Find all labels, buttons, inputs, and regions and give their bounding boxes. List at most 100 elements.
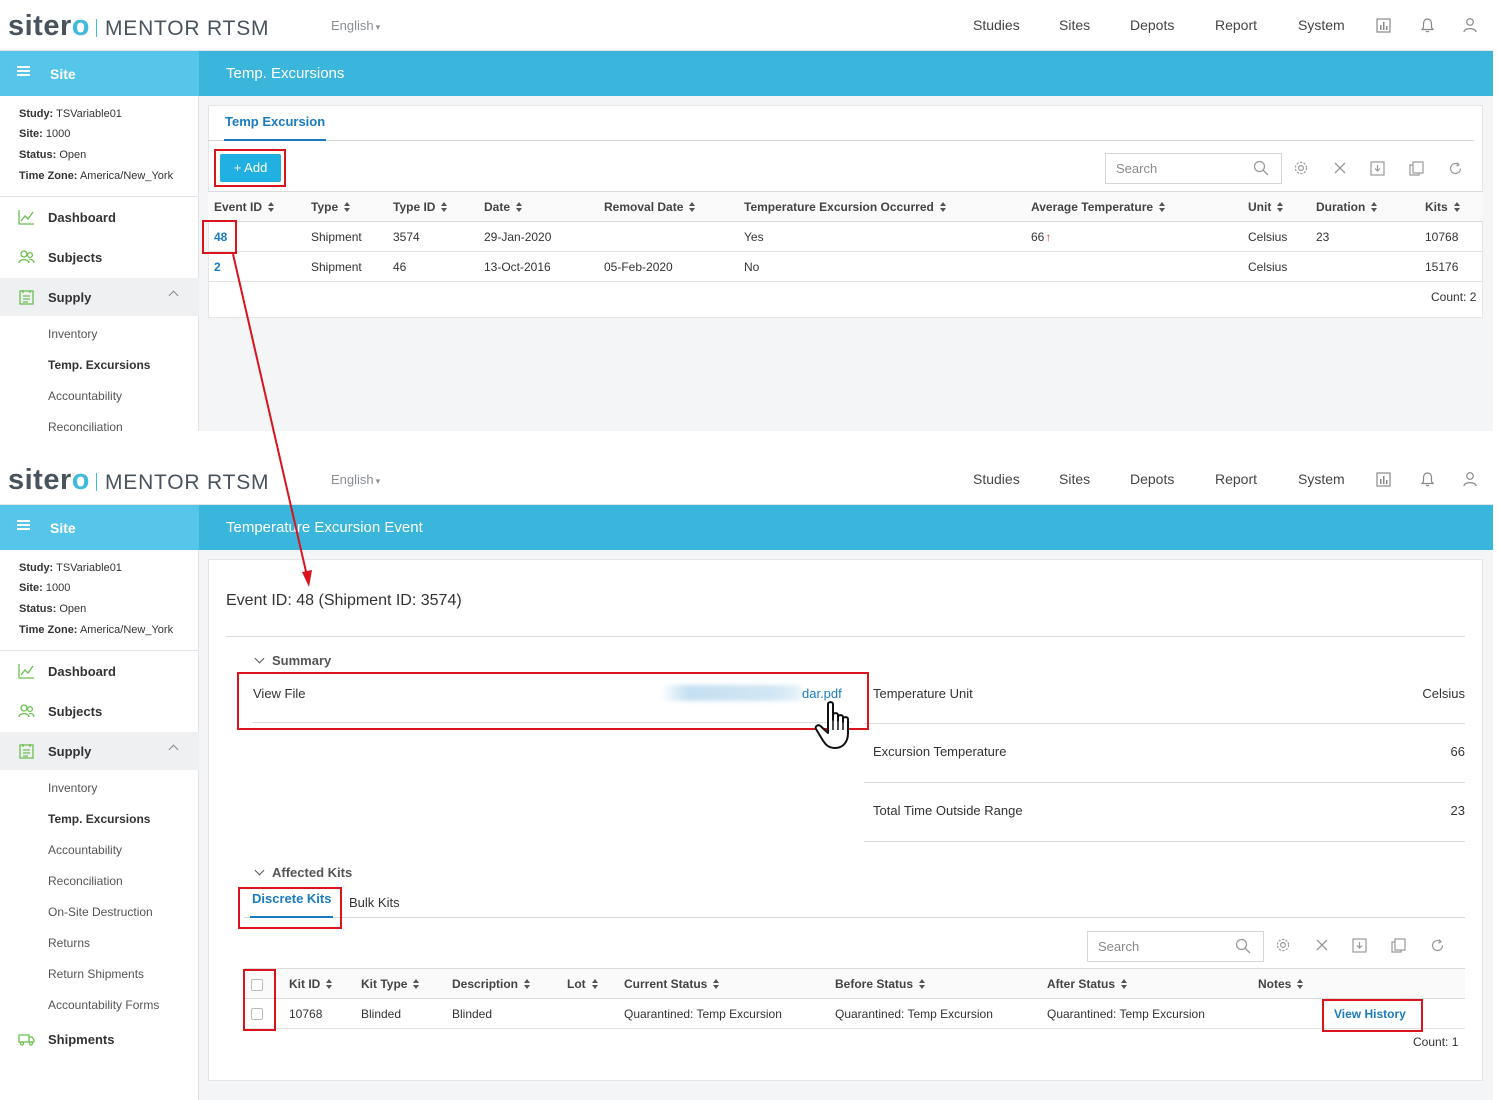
study-info: Study: TSVariable01 (19, 562, 122, 574)
sidebar-item-inventory[interactable]: Inventory (48, 327, 97, 341)
nav-studies[interactable]: Studies (973, 17, 1020, 33)
chevron-up-icon[interactable] (168, 744, 179, 755)
sitero-logo[interactable]: sitero MENTOR RTSM (8, 464, 269, 497)
sort-icon (939, 202, 947, 212)
nav-system[interactable]: System (1298, 17, 1345, 33)
nav-depots[interactable]: Depots (1130, 471, 1174, 487)
col-average-temperature[interactable]: Average Temperature (1031, 200, 1166, 214)
bell-icon[interactable] (1418, 470, 1436, 488)
user-icon[interactable] (1461, 16, 1479, 34)
col-unit[interactable]: Unit (1248, 200, 1284, 214)
col-type-id[interactable]: Type ID (393, 200, 448, 214)
close-icon[interactable] (1331, 159, 1349, 177)
sitero-logo[interactable]: sitero MENTOR RTSM (8, 10, 269, 43)
sort-icon (713, 979, 720, 989)
col-current-status[interactable]: Current Status (624, 977, 720, 991)
language-selector[interactable]: English (331, 18, 380, 33)
event-id-link[interactable]: 48 (214, 230, 227, 244)
refresh-icon[interactable] (1428, 936, 1446, 954)
sidebar-item-subjects[interactable]: Subjects (0, 238, 199, 276)
event-id-link[interactable]: 2 (214, 260, 221, 274)
col-notes[interactable]: Notes (1258, 977, 1304, 991)
search-box[interactable] (1105, 153, 1282, 184)
copy-icon[interactable] (1389, 936, 1407, 954)
col-temp-excursion-occurred[interactable]: Temperature Excursion Occurred (744, 200, 947, 214)
bell-icon[interactable] (1418, 16, 1436, 34)
table-row[interactable]: 10768 Blinded Blinded Quarantined: Temp … (244, 999, 1465, 1029)
nav-depots[interactable]: Depots (1130, 17, 1174, 33)
sidebar-header[interactable]: Site (0, 51, 199, 96)
view-history-link[interactable]: View History (1334, 1007, 1406, 1021)
sidebar-item-returns[interactable]: Returns (48, 936, 90, 950)
language-selector[interactable]: English (331, 472, 380, 487)
nav-system[interactable]: System (1298, 471, 1345, 487)
nav-studies[interactable]: Studies (973, 471, 1020, 487)
sidebar-header[interactable]: Site (0, 505, 199, 550)
sidebar-item-reconciliation[interactable]: Reconciliation (48, 874, 123, 888)
sidebar-item-temp-excursions[interactable]: Temp. Excursions (48, 358, 150, 372)
table-row[interactable]: 48 Shipment 3574 29-Jan-2020 Yes 66↑ Cel… (208, 222, 1483, 252)
col-type[interactable]: Type (311, 200, 351, 214)
gear-icon[interactable] (1274, 936, 1292, 954)
gear-icon[interactable] (1292, 159, 1310, 177)
truck-icon (18, 1034, 35, 1046)
sidebar-item-on-site-destruction[interactable]: On-Site Destruction (48, 905, 153, 919)
kits-row-count: Count: 1 (1413, 1035, 1459, 1049)
nav-sites[interactable]: Sites (1059, 471, 1090, 487)
sidebar-item-shipments[interactable]: Shipments (0, 1020, 199, 1058)
add-button[interactable]: + Add (220, 154, 281, 182)
col-removal-date[interactable]: Removal Date (604, 200, 696, 214)
col-kit-type[interactable]: Kit Type (361, 977, 420, 991)
chevron-up-icon[interactable] (168, 290, 179, 301)
sidebar-item-accountability[interactable]: Accountability (48, 389, 122, 403)
sidebar-item-temp-excursions[interactable]: Temp. Excursions (48, 812, 150, 826)
sort-icon (919, 979, 926, 989)
hamburger-menu-icon[interactable] (17, 520, 30, 530)
col-event-id[interactable]: Event ID (214, 200, 275, 214)
close-icon[interactable] (1313, 936, 1331, 954)
nav-report[interactable]: Report (1215, 471, 1257, 487)
row-checkbox[interactable] (251, 1008, 263, 1020)
col-date[interactable]: Date (484, 200, 523, 214)
download-icon[interactable] (1350, 936, 1368, 954)
sidebar-item-dashboard[interactable]: Dashboard (0, 198, 199, 236)
table-row[interactable]: 2 Shipment 46 13-Oct-2016 05-Feb-2020 No… (208, 252, 1483, 282)
search-icon[interactable] (1253, 160, 1269, 176)
kits-search-box[interactable] (1087, 931, 1264, 962)
report-chart-icon[interactable] (1374, 470, 1392, 488)
col-lot[interactable]: Lot (567, 977, 599, 991)
user-icon[interactable] (1461, 470, 1479, 488)
tab-bulk-kits[interactable]: Bulk Kits (349, 892, 400, 922)
affected-kits-section-toggle[interactable]: Affected Kits (254, 865, 352, 880)
sidebar-item-subjects[interactable]: Subjects (0, 692, 199, 730)
sidebar-item-accountability-forms[interactable]: Accountability Forms (48, 998, 159, 1012)
download-icon[interactable] (1368, 159, 1386, 177)
arrow-up-icon: ↑ (1045, 230, 1052, 244)
sidebar-item-return-shipments[interactable]: Return Shipments (48, 967, 144, 981)
nav-sites[interactable]: Sites (1059, 17, 1090, 33)
col-description[interactable]: Description (452, 977, 531, 991)
col-after-status[interactable]: After Status (1047, 977, 1128, 991)
report-chart-icon[interactable] (1374, 16, 1392, 34)
copy-icon[interactable] (1407, 159, 1425, 177)
col-kits[interactable]: Kits (1425, 200, 1461, 214)
sidebar-item-supply[interactable]: Supply (0, 278, 199, 316)
view-file-link[interactable]: dar.pdf (802, 686, 842, 701)
sidebar-item-inventory[interactable]: Inventory (48, 781, 97, 795)
col-kit-id[interactable]: Kit ID (289, 977, 333, 991)
nav-report[interactable]: Report (1215, 17, 1257, 33)
sidebar-item-dashboard[interactable]: Dashboard (0, 652, 199, 690)
search-icon[interactable] (1235, 938, 1251, 954)
summary-section-toggle[interactable]: Summary (254, 653, 331, 668)
sidebar-item-supply[interactable]: Supply (0, 732, 199, 770)
col-duration[interactable]: Duration (1316, 200, 1378, 214)
tab-temp-excursion[interactable]: Temp Excursion (224, 111, 327, 141)
total-time-outside-value: 23 (1450, 803, 1465, 818)
col-before-status[interactable]: Before Status (835, 977, 926, 991)
refresh-icon[interactable] (1446, 159, 1464, 177)
sidebar-item-accountability[interactable]: Accountability (48, 843, 122, 857)
tab-discrete-kits[interactable]: Discrete Kits (250, 888, 334, 918)
hamburger-menu-icon[interactable] (17, 66, 30, 76)
sidebar-item-reconciliation[interactable]: Reconciliation (48, 420, 123, 431)
select-all-checkbox[interactable] (251, 979, 263, 991)
